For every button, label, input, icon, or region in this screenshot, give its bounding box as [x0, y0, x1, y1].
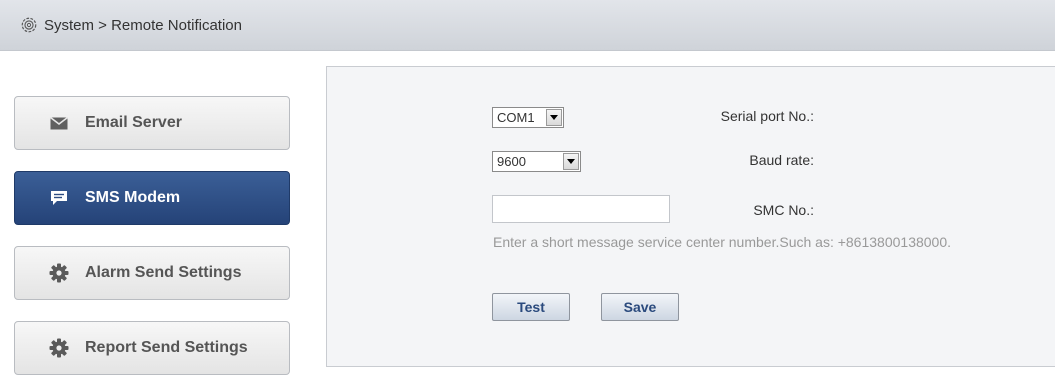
baud-rate-value: 9600: [497, 154, 526, 169]
sidebar-item-label: SMS Modem: [85, 189, 181, 206]
breadcrumb: System > Remote Notification: [44, 16, 242, 34]
chat-bubble-icon: [37, 190, 81, 207]
serial-port-label: Serial port No.:: [720, 108, 814, 124]
dropdown-arrow-icon[interactable]: [546, 109, 562, 126]
gear-icon: [37, 338, 81, 358]
smc-number-input[interactable]: [492, 195, 670, 223]
sidebar-item-sms-modem[interactable]: SMS Modem: [14, 171, 290, 225]
sidebar: Email Server SMS Modem Alarm Send Settin…: [0, 51, 320, 375]
test-button[interactable]: Test: [492, 293, 570, 321]
smc-number-label: SMC No.:: [753, 202, 814, 218]
serial-port-select[interactable]: COM1: [492, 107, 564, 128]
serial-port-value: COM1: [497, 110, 535, 125]
sidebar-item-report-send-settings[interactable]: Report Send Settings: [14, 321, 290, 375]
breadcrumb-bar: System > Remote Notification: [0, 0, 1055, 51]
sidebar-item-label: Alarm Send Settings: [85, 264, 242, 281]
sms-modem-settings-panel: Serial port No.: COM1 Baud rate: 9600 SM…: [326, 66, 1055, 367]
save-button[interactable]: Save: [601, 293, 679, 321]
sidebar-item-email-server[interactable]: Email Server: [14, 96, 290, 150]
gear-icon: [37, 263, 81, 283]
sidebar-item-label: Email Server: [85, 114, 182, 131]
sidebar-item-alarm-send-settings[interactable]: Alarm Send Settings: [14, 246, 290, 300]
sidebar-item-label: Report Send Settings: [85, 339, 248, 356]
smc-number-hint: Enter a short message service center num…: [493, 234, 952, 250]
baud-rate-label: Baud rate:: [749, 152, 814, 168]
dropdown-arrow-icon[interactable]: [563, 153, 579, 170]
envelope-icon: [37, 116, 81, 130]
gear-outline-icon: [21, 17, 37, 33]
baud-rate-select[interactable]: 9600: [492, 151, 581, 172]
